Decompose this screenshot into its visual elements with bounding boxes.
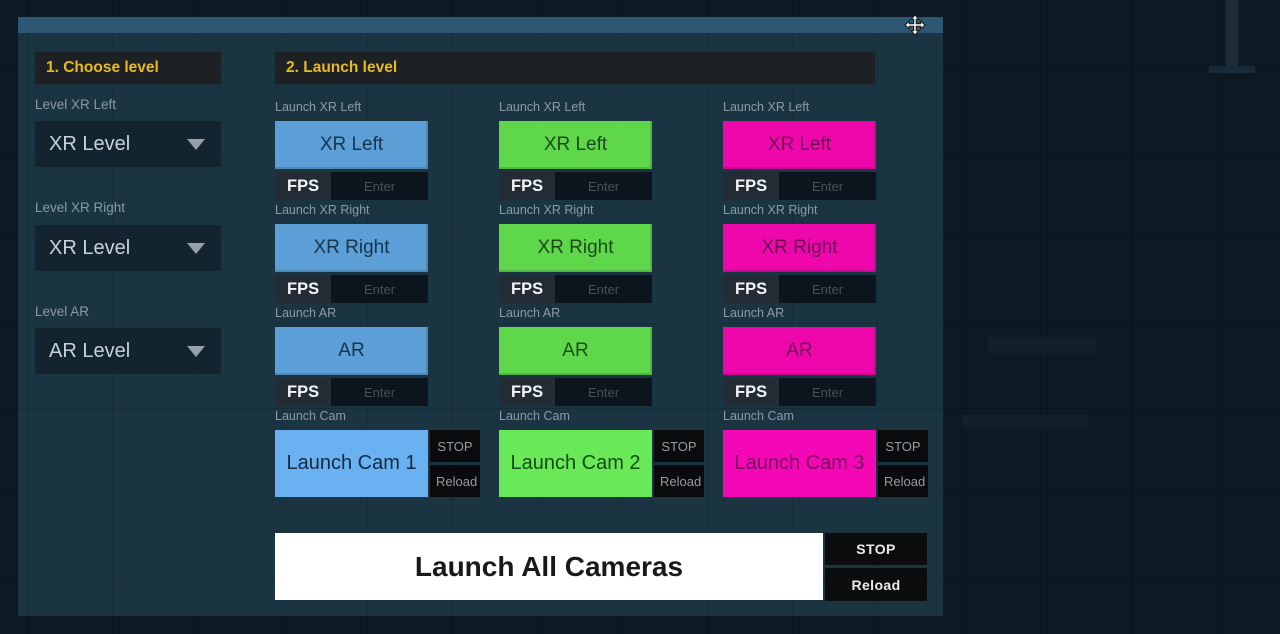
launch-xr-left-label: Launch XR Left <box>499 100 585 114</box>
launch-xr-right-label: Launch XR Right <box>275 203 370 217</box>
fps-label: FPS <box>723 172 779 200</box>
launch-cam-2-button[interactable]: Launch Cam 2 <box>499 430 652 497</box>
chevron-down-icon <box>187 139 205 150</box>
fps-input[interactable] <box>555 378 652 406</box>
dropdown-selected-value: XR Level <box>49 133 187 156</box>
fps-label: FPS <box>723 275 779 303</box>
level-xr-left-label: Level XR Left <box>35 97 116 112</box>
level-ar-dropdown[interactable]: AR Level <box>35 328 221 374</box>
fps-row: FPS <box>275 172 428 200</box>
fps-label: FPS <box>499 172 555 200</box>
fps-row: FPS <box>499 172 652 200</box>
launch-cam-1-button[interactable]: Launch Cam 1 <box>275 430 428 497</box>
launch-xr-right-label: Launch XR Right <box>723 203 818 217</box>
fps-label: FPS <box>499 378 555 406</box>
launch-all-cameras-button[interactable]: Launch All Cameras <box>275 533 823 600</box>
fps-input[interactable] <box>331 378 428 406</box>
xr-left-button[interactable]: XR Left <box>499 121 652 169</box>
choose-level-section-header: 1. Choose level <box>35 52 221 84</box>
background-ghost-shape <box>988 337 1096 353</box>
launch-column-3: Launch XR Left XR Left FPS Launch XR Rig… <box>723 17 933 616</box>
fps-row: FPS <box>499 378 652 406</box>
fps-input[interactable] <box>331 172 428 200</box>
fps-row: FPS <box>499 275 652 303</box>
launch-cam-label: Launch Cam <box>499 409 570 423</box>
level-xr-left-dropdown[interactable]: XR Level <box>35 121 221 167</box>
xr-right-button[interactable]: XR Right <box>723 224 876 272</box>
launch-xr-left-label: Launch XR Left <box>275 100 361 114</box>
fps-row: FPS <box>723 378 876 406</box>
launch-column-2: Launch XR Left XR Left FPS Launch XR Rig… <box>499 17 709 616</box>
fps-row: FPS <box>723 172 876 200</box>
level-xr-right-label: Level XR Right <box>35 200 125 215</box>
cam-stop-button[interactable]: STOP <box>878 430 928 462</box>
launch-xr-right-label: Launch XR Right <box>499 203 594 217</box>
fps-row: FPS <box>275 275 428 303</box>
cam-reload-button[interactable]: Reload <box>878 465 928 497</box>
launch-cam-3-button[interactable]: Launch Cam 3 <box>723 430 876 497</box>
fps-label: FPS <box>275 275 331 303</box>
fps-label: FPS <box>723 378 779 406</box>
desktop-background: 1 1. Choose level 2. Launch level Level … <box>0 0 1280 634</box>
cam-reload-button[interactable]: Reload <box>654 465 704 497</box>
fps-input[interactable] <box>555 172 652 200</box>
fps-input[interactable] <box>779 172 876 200</box>
launch-cam-label: Launch Cam <box>275 409 346 423</box>
fps-row: FPS <box>723 275 876 303</box>
chevron-down-icon <box>187 346 205 357</box>
cam-stop-button[interactable]: STOP <box>430 430 480 462</box>
chevron-down-icon <box>187 243 205 254</box>
ar-button[interactable]: AR <box>723 327 876 375</box>
level-ar-label: Level AR <box>35 304 89 319</box>
xr-right-button[interactable]: XR Right <box>275 224 428 272</box>
xr-right-button[interactable]: XR Right <box>499 224 652 272</box>
level-xr-right-dropdown[interactable]: XR Level <box>35 225 221 271</box>
launch-ar-label: Launch AR <box>723 306 784 320</box>
fps-input[interactable] <box>555 275 652 303</box>
move-cursor-icon <box>904 14 926 36</box>
ar-button[interactable]: AR <box>499 327 652 375</box>
xr-left-button[interactable]: XR Left <box>275 121 428 169</box>
fps-label: FPS <box>275 378 331 406</box>
dropdown-selected-value: AR Level <box>49 340 187 363</box>
cam-stop-button[interactable]: STOP <box>654 430 704 462</box>
fps-input[interactable] <box>779 275 876 303</box>
fps-input[interactable] <box>779 378 876 406</box>
launch-ar-label: Launch AR <box>499 306 560 320</box>
ar-button[interactable]: AR <box>275 327 428 375</box>
launch-cam-label: Launch Cam <box>723 409 794 423</box>
all-cameras-stop-button[interactable]: STOP <box>825 533 927 565</box>
fps-input[interactable] <box>331 275 428 303</box>
fps-row: FPS <box>275 378 428 406</box>
background-watermark-digit: 1 <box>1190 0 1274 94</box>
background-ghost-shape <box>962 415 1088 429</box>
control-panel-window: 1. Choose level 2. Launch level Level XR… <box>18 17 943 616</box>
all-cameras-reload-button[interactable]: Reload <box>825 568 927 601</box>
launch-ar-label: Launch AR <box>275 306 336 320</box>
fps-label: FPS <box>275 172 331 200</box>
launch-xr-left-label: Launch XR Left <box>723 100 809 114</box>
cam-reload-button[interactable]: Reload <box>430 465 480 497</box>
dropdown-selected-value: XR Level <box>49 237 187 260</box>
xr-left-button[interactable]: XR Left <box>723 121 876 169</box>
launch-column-1: Launch XR Left XR Left FPS Launch XR Rig… <box>275 17 485 616</box>
fps-label: FPS <box>499 275 555 303</box>
